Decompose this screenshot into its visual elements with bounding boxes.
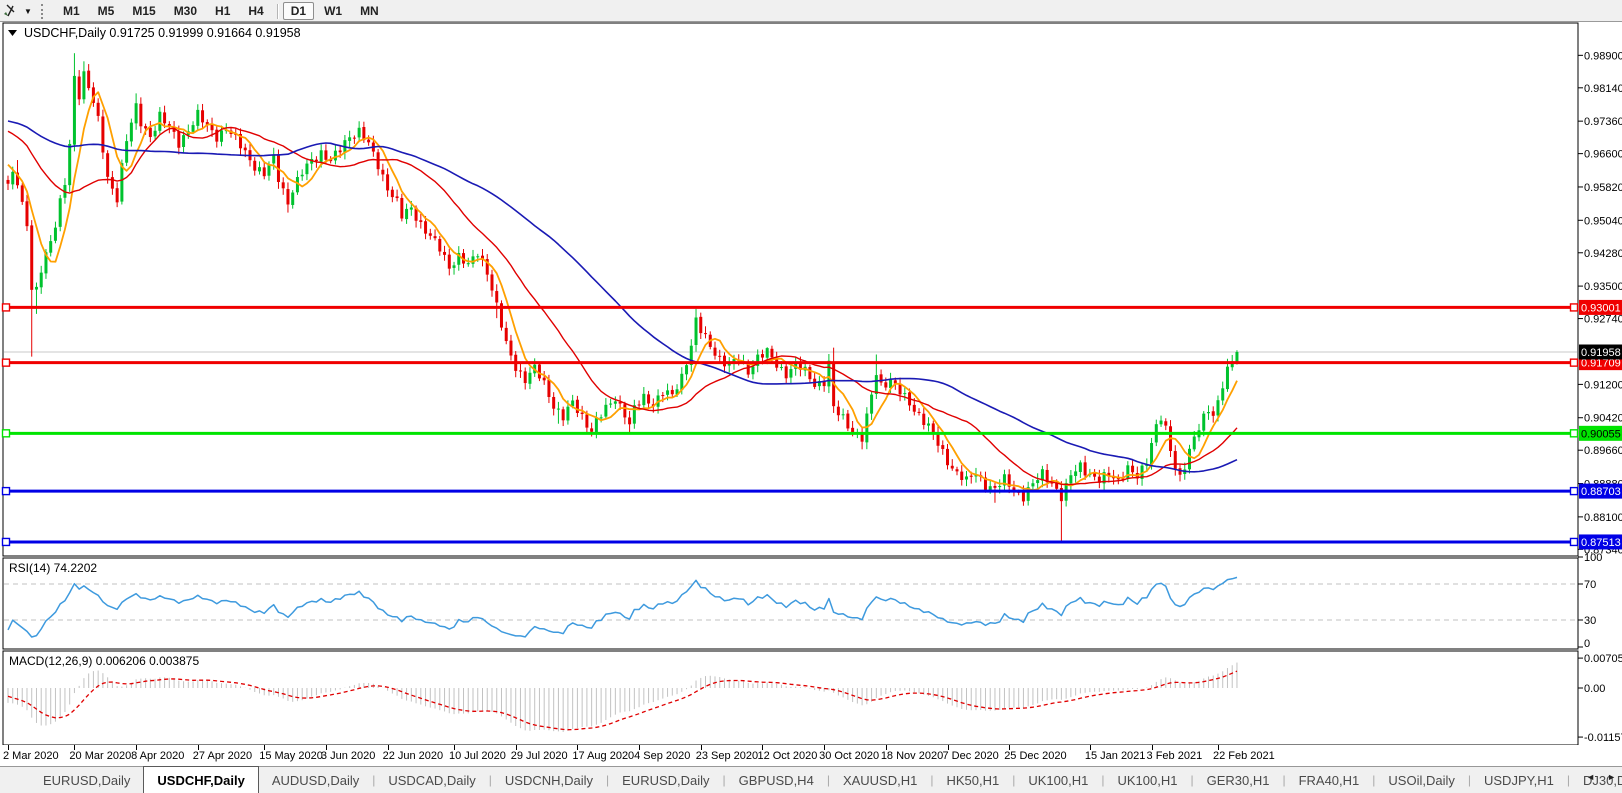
line-end-marker[interactable] xyxy=(3,488,10,495)
svg-text:0.87513: 0.87513 xyxy=(1581,537,1621,549)
timeframe-button-mn[interactable]: MN xyxy=(352,2,387,20)
time-axis-label: 22 Feb 2021 xyxy=(1213,750,1275,762)
time-axis-label: 3 Jun 2020 xyxy=(321,750,375,762)
timeframe-button-h4[interactable]: H4 xyxy=(240,2,271,20)
svg-text:0: 0 xyxy=(1584,638,1590,650)
chart-tab-usdchf-daily[interactable]: USDCHF,Daily xyxy=(143,766,258,793)
line-end-marker[interactable] xyxy=(3,304,10,311)
chart-cursor-icon[interactable] xyxy=(1,3,19,19)
svg-text:0.007053: 0.007053 xyxy=(1584,653,1622,665)
timeframe-button-w1[interactable]: W1 xyxy=(316,2,350,20)
svg-text:0.91200: 0.91200 xyxy=(1584,379,1622,391)
time-axis-label: 17 Aug 2020 xyxy=(572,750,634,762)
svg-text:0.93500: 0.93500 xyxy=(1584,281,1622,293)
timeframe-toolbar: ▼ M1M5M15M30H1H4 D1W1MN xyxy=(0,0,1622,22)
svg-text:0.91958: 0.91958 xyxy=(1581,347,1621,359)
svg-text:100: 100 xyxy=(1584,552,1602,564)
line-end-marker[interactable] xyxy=(1571,359,1578,366)
timeframe-button-d1[interactable]: D1 xyxy=(283,2,314,20)
tab-scroll-right-icon[interactable]: ► xyxy=(1603,770,1620,784)
chart-tab-xauusd-h1[interactable]: XAUUSD,H1 xyxy=(830,767,930,793)
timeframe-button-m1[interactable]: M1 xyxy=(55,2,88,20)
svg-text:0.94280: 0.94280 xyxy=(1584,248,1622,260)
line-end-marker[interactable] xyxy=(1571,488,1578,495)
chart-tab-usoil-daily[interactable]: USOil,Daily xyxy=(1375,767,1467,793)
toolbar-separator xyxy=(277,4,278,19)
chart-tab-ger30-h1[interactable]: GER30,H1 xyxy=(1194,767,1283,793)
main-pane xyxy=(3,23,1578,556)
svg-text:0.96600: 0.96600 xyxy=(1584,149,1622,161)
chart-tab-usdcad-daily[interactable]: USDCAD,Daily xyxy=(375,767,488,793)
line-end-marker[interactable] xyxy=(1571,538,1578,545)
time-axis-label: 30 Oct 2020 xyxy=(819,750,879,762)
line-end-marker[interactable] xyxy=(1571,430,1578,437)
svg-text:30: 30 xyxy=(1584,615,1596,627)
time-axis-label: 23 Sep 2020 xyxy=(696,750,758,762)
chart-tab-usdjpy-h1[interactable]: USDJPY,H1 xyxy=(1471,767,1567,793)
chart-tab-usdcnh-daily[interactable]: USDCNH,Daily xyxy=(492,767,606,793)
timeframe-button-h1[interactable]: H1 xyxy=(207,2,238,20)
chevron-down-icon[interactable]: ▼ xyxy=(21,7,35,16)
chart-tab-bar: EURUSD,DailyUSDCHF,DailyAUDUSD,Daily|USD… xyxy=(0,766,1622,793)
svg-text:0.88703: 0.88703 xyxy=(1581,486,1621,498)
svg-text:0.98900: 0.98900 xyxy=(1584,50,1622,62)
price-axis: 0.98900 0.98140 0.97360 0.96600 0.95820 0.950… xyxy=(1578,50,1622,744)
chart-tab-eurusd-daily[interactable]: EURUSD,Daily xyxy=(30,767,143,793)
time-axis-label: 15 Jan 2021 xyxy=(1085,750,1146,762)
timeframe-buttons: M1M5M15M30H1H4 D1W1MN xyxy=(54,2,388,20)
time-axis-label: 18 Nov 2020 xyxy=(881,750,943,762)
rsi-label: RSI(14) 74.2202 xyxy=(9,561,97,575)
time-axis-label: 10 Jul 2020 xyxy=(449,750,506,762)
svg-text:0.95040: 0.95040 xyxy=(1584,215,1622,227)
chart-tab-eurusd-daily[interactable]: EURUSD,Daily xyxy=(609,767,722,793)
mt4-window: ▼ M1M5M15M30H1H4D1W1MN 0.989000.981400.9… xyxy=(0,0,1622,793)
time-axis-label: 8 Apr 2020 xyxy=(131,750,184,762)
chart-tab-hk50-h1[interactable]: HK50,H1 xyxy=(933,767,1012,793)
chart-tab-uk100-h1[interactable]: UK100,H1 xyxy=(1015,767,1101,793)
svg-text:0.95820: 0.95820 xyxy=(1584,182,1622,194)
svg-text:70: 70 xyxy=(1584,579,1596,591)
svg-text:0.88100: 0.88100 xyxy=(1584,512,1622,524)
time-axis-label: 4 Sep 2020 xyxy=(634,750,690,762)
timeframe-button-m5[interactable]: M5 xyxy=(90,2,123,20)
tab-scroll-left-icon[interactable]: ◄ xyxy=(1582,770,1599,784)
svg-text:-0.011573: -0.011573 xyxy=(1584,732,1622,744)
timeframe-button-m30[interactable]: M30 xyxy=(166,2,205,20)
svg-text:0.90420: 0.90420 xyxy=(1584,413,1622,425)
toolbar-grip-handle xyxy=(41,4,46,19)
chart-title: USDCHF,Daily 0.91725 0.91999 0.91664 0.9… xyxy=(24,26,301,40)
line-end-marker[interactable] xyxy=(3,430,10,437)
macd-pane xyxy=(3,651,1578,745)
line-end-marker[interactable] xyxy=(3,538,10,545)
svg-text:0.98140: 0.98140 xyxy=(1584,83,1622,95)
time-axis-label: 25 Dec 2020 xyxy=(1004,750,1066,762)
line-end-marker[interactable] xyxy=(1571,304,1578,311)
chart-area[interactable]: 0.98900 0.98140 0.97360 0.96600 0.95820 0.950… xyxy=(0,22,1622,745)
svg-text:0.97360: 0.97360 xyxy=(1584,116,1622,128)
time-axis: 2 Mar 2020 20 Mar 20208 Apr 2020 27 Apr 20… xyxy=(0,745,1622,766)
chart-tab-gbpusd-h4[interactable]: GBPUSD,H4 xyxy=(726,767,827,793)
time-axis-label: 3 Feb 2021 xyxy=(1147,750,1203,762)
svg-text:0.00: 0.00 xyxy=(1584,683,1605,695)
tab-scroll-buttons: ◄ ► xyxy=(1582,770,1620,784)
time-axis-label: 2 Mar 2020 xyxy=(3,750,59,762)
timeframe-button-m15[interactable]: M15 xyxy=(124,2,163,20)
chart-tab-uk100-h1[interactable]: UK100,H1 xyxy=(1104,767,1190,793)
chart-tab-audusd-daily[interactable]: AUDUSD,Daily xyxy=(259,767,372,793)
time-axis-label: 7 Dec 2020 xyxy=(943,750,999,762)
time-axis-label: 15 May 2020 xyxy=(259,750,323,762)
svg-text:0.90055: 0.90055 xyxy=(1581,428,1621,440)
macd-label: MACD(12,26,9) 0.006206 0.003875 xyxy=(9,654,199,668)
time-axis-label: 12 Oct 2020 xyxy=(757,750,817,762)
time-axis-label: 29 Jul 2020 xyxy=(511,750,568,762)
line-end-marker[interactable] xyxy=(3,359,10,366)
svg-text:0.92740: 0.92740 xyxy=(1584,314,1622,326)
time-axis-label: 22 Jun 2020 xyxy=(383,750,444,762)
time-axis-label: 20 Mar 2020 xyxy=(69,750,131,762)
time-axis-label: 27 Apr 2020 xyxy=(193,750,252,762)
chart-tab-fra40-h1[interactable]: FRA40,H1 xyxy=(1286,767,1373,793)
svg-text:0.89660: 0.89660 xyxy=(1584,445,1622,457)
svg-text:0.93001: 0.93001 xyxy=(1581,302,1621,314)
